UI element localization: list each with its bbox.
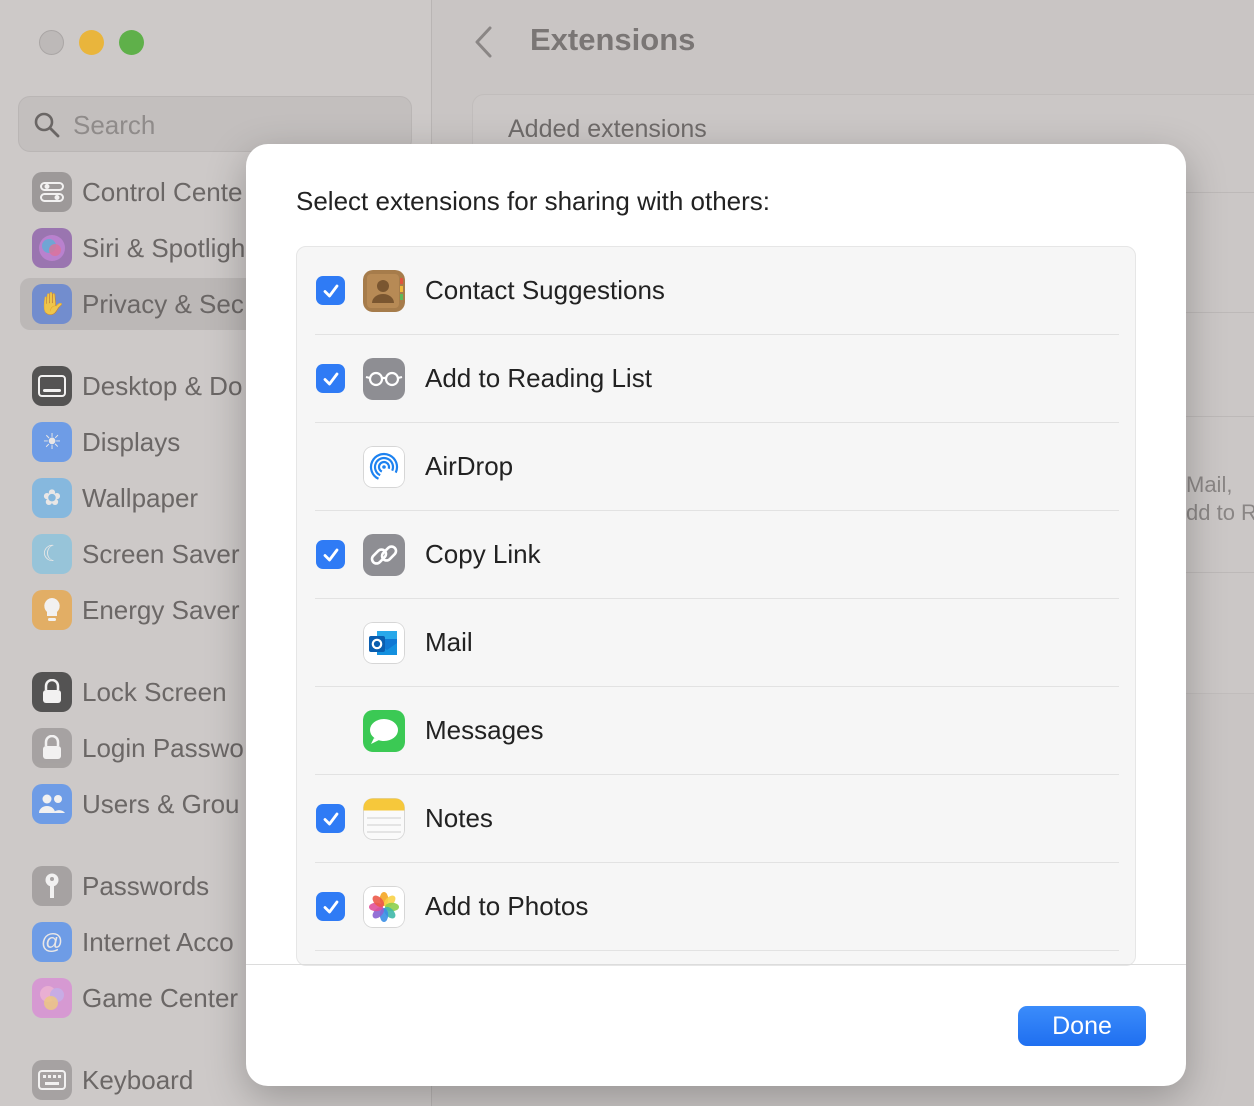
extension-checkbox[interactable]: [316, 276, 345, 305]
photos-icon: [363, 886, 405, 928]
search-placeholder: Search: [73, 110, 156, 140]
login-password-icon: [32, 728, 72, 768]
sidebar-item-label: Login Passwo: [82, 732, 244, 763]
sidebar-item-label: Game Center: [82, 982, 239, 1013]
share-extensions-dialog: Select extensions for sharing with other…: [246, 144, 1186, 1086]
keyboard-icon: [32, 1060, 72, 1100]
dialog-prompt: Select extensions for sharing with other…: [296, 186, 771, 216]
outlook-mail-icon: [363, 622, 405, 664]
sidebar-item-label: Internet Acco: [82, 926, 234, 957]
row-divider: [315, 950, 1119, 951]
divider: [1186, 572, 1254, 573]
internet-accounts-icon: @: [32, 922, 72, 962]
done-button[interactable]: Done: [1018, 1006, 1146, 1046]
messages-icon: [363, 710, 405, 752]
back-chevron-icon[interactable]: [472, 24, 496, 60]
sidebar-item-label: Keyboard: [82, 1064, 194, 1095]
sidebar-item-label: Control Cente: [82, 176, 243, 207]
sidebar-item-label: Users & Grou: [82, 788, 240, 819]
extension-row: AirDrop: [297, 423, 1135, 511]
sidebar-item-label: Passwords: [82, 870, 210, 901]
extension-row: Copy Link: [297, 511, 1135, 599]
sidebar-item-label: Wallpaper: [82, 482, 199, 513]
reading-list-icon: [363, 358, 405, 400]
extension-row: Contact Suggestions: [297, 247, 1135, 335]
contacts-icon: [363, 270, 405, 312]
extension-label: Notes: [425, 803, 493, 833]
siri-icon: [32, 228, 72, 268]
extension-checkbox[interactable]: [316, 892, 345, 921]
footer-divider: [246, 964, 1186, 965]
extension-label: Add to Photos: [425, 891, 589, 921]
maximize-window-button[interactable]: [119, 30, 144, 55]
wallpaper-icon: ✿: [32, 478, 72, 518]
sidebar-item-label: Energy Saver: [82, 594, 240, 625]
search-icon: [34, 112, 60, 138]
sidebar-item-label: Screen Saver: [82, 538, 240, 569]
lock-screen-icon: [32, 672, 72, 712]
displays-icon: ☀: [32, 422, 72, 462]
close-window-button[interactable]: [39, 30, 64, 55]
divider: [1186, 192, 1254, 193]
extension-row: Add to Reading List: [297, 335, 1135, 423]
sidebar-item-label: Desktop & Do: [82, 370, 243, 401]
extension-checkbox[interactable]: [316, 364, 345, 393]
extension-label: Add to Reading List: [425, 363, 652, 393]
extension-label: Copy Link: [425, 539, 541, 569]
airdrop-icon: [363, 446, 405, 488]
sidebar-item-label: Displays: [82, 426, 181, 457]
page-title: Extensions: [530, 22, 696, 57]
extensions-list: Contact Suggestions Add to Reading List Ai…: [296, 246, 1136, 966]
divider: [1186, 416, 1254, 417]
notes-icon: [363, 798, 405, 840]
background-text: dd to R: [1186, 500, 1254, 525]
extension-label: AirDrop: [425, 451, 514, 481]
extension-label: Mail: [425, 627, 473, 657]
control-center-icon: [32, 172, 72, 212]
game-center-icon: [32, 978, 72, 1018]
extension-row: Notes: [297, 775, 1135, 863]
hand-icon: ✋: [32, 284, 72, 324]
link-icon: [363, 534, 405, 576]
background-text: Mail,: [1186, 472, 1233, 497]
extension-row: Messages: [297, 687, 1135, 775]
energy-saver-icon: [32, 590, 72, 630]
sidebar-item-label: Siri & Spotligh: [82, 232, 246, 263]
minimize-window-button[interactable]: [79, 30, 104, 55]
extension-label: Messages: [425, 715, 544, 745]
extension-checkbox[interactable]: [316, 804, 345, 833]
card-heading: Added extensions: [508, 115, 707, 143]
extension-checkbox[interactable]: [316, 540, 345, 569]
extension-label: Contact Suggestions: [425, 275, 665, 305]
extension-row: Mail: [297, 599, 1135, 687]
users-groups-icon: [32, 784, 72, 824]
sidebar-item-label: Lock Screen: [82, 676, 227, 707]
passwords-icon: [32, 866, 72, 906]
desktop-dock-icon: [32, 366, 72, 406]
screen-saver-icon: ☾: [32, 534, 72, 574]
extension-row: Add to Photos: [297, 863, 1135, 951]
sidebar-item-label: Privacy & Sec: [82, 288, 244, 319]
divider: [1186, 312, 1254, 313]
